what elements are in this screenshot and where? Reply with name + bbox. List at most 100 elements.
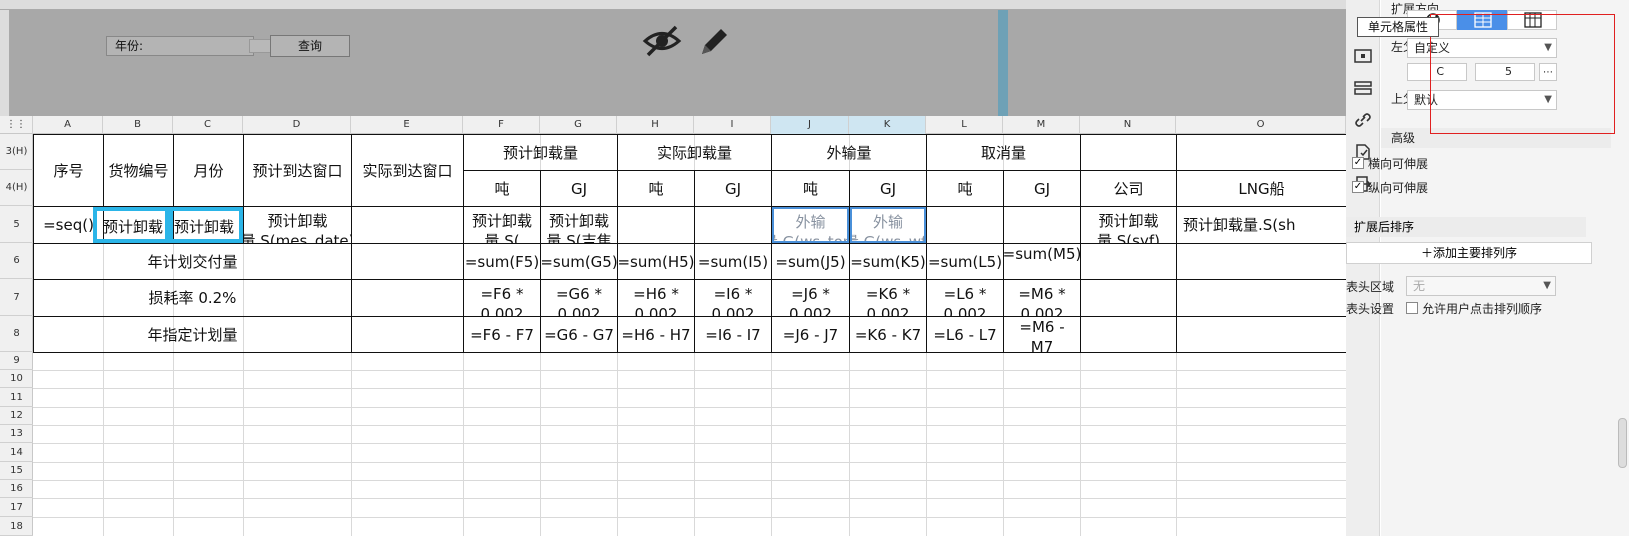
cell-f5[interactable]: 预计卸载量.S(	[464, 207, 540, 243]
cell-header-act-unload[interactable]: 实际卸载量	[618, 135, 771, 170]
cell-header-est-unload[interactable]: 预计卸载量	[464, 135, 617, 170]
cell-k8[interactable]: =K6 - K7	[850, 317, 926, 352]
row-header[interactable]: 10	[0, 370, 33, 388]
cell-h6[interactable]: =sum(H5)	[618, 244, 694, 279]
cell-k6[interactable]: =sum(K5)	[850, 244, 926, 279]
cell-d5[interactable]: 预计卸载量.S(mes_date)	[244, 207, 351, 243]
cell-row7-label[interactable]: 损耗率 0.2%	[34, 280, 351, 316]
cell-ton[interactable]: 吨	[772, 171, 849, 206]
cell-element-icon[interactable]	[1354, 48, 1372, 64]
cell-header-export[interactable]: 外输量	[772, 135, 926, 170]
cell-ton[interactable]: 吨	[618, 171, 694, 206]
cell-l8[interactable]: =L6 - L7	[927, 317, 1003, 352]
cell-c5-selected[interactable]: 预计卸载量.S(	[165, 207, 243, 243]
col-header-l[interactable]: L	[926, 116, 1003, 134]
cell-f6[interactable]: =sum(F5)	[464, 244, 540, 279]
cell-i8[interactable]: =I6 - I7	[695, 317, 771, 352]
cell-m7[interactable]: =M6 * 0.002	[1004, 280, 1080, 316]
cell-header-goods-no[interactable]: 货物编号	[104, 135, 173, 206]
row-header[interactable]: 4(H)	[0, 170, 33, 206]
col-header-c[interactable]: C	[173, 116, 243, 134]
cell-g5[interactable]: 预计卸载量.S(吉焦	[541, 207, 617, 243]
row-header[interactable]: 7	[0, 279, 33, 316]
scrollbar-thumb[interactable]	[1618, 418, 1627, 468]
row-header[interactable]: 9	[0, 352, 33, 370]
cell-header-month[interactable]: 月份	[174, 135, 243, 206]
v-expand-checkbox[interactable]: ✓	[1352, 181, 1364, 193]
cell-m6[interactable]: =sum(M5)	[1004, 244, 1080, 279]
col-header-o[interactable]: O	[1176, 116, 1346, 134]
cell-gj[interactable]: GJ	[1004, 171, 1080, 206]
cell-i6[interactable]: =sum(I5)	[695, 244, 771, 279]
col-header-f[interactable]: F	[463, 116, 540, 134]
sort-section-header[interactable]: 扩展后排序	[1346, 217, 1586, 237]
cell-g8[interactable]: =G6 - G7	[541, 317, 617, 352]
cell-gj[interactable]: GJ	[695, 171, 771, 206]
cell-g7[interactable]: =G6 * 0.002	[541, 280, 617, 316]
cell-ton[interactable]: 吨	[464, 171, 540, 206]
cell-ton[interactable]: 吨	[927, 171, 1003, 206]
cell-header-cancel[interactable]: 取消量	[927, 135, 1080, 170]
col-header-k[interactable]: K	[849, 116, 926, 134]
spreadsheet-grid[interactable]: 序号 货物编号 月份 预计到达窗口 实际到达窗口 预计卸载量 实际卸载量 外输量…	[33, 134, 1346, 536]
link-icon[interactable]	[1354, 112, 1372, 128]
panel-resize-handle[interactable]	[998, 10, 1008, 116]
cell-j6[interactable]: =sum(J5)	[772, 244, 849, 279]
header-area-select[interactable]: 无 ▼	[1406, 276, 1556, 296]
cell-row8-label[interactable]: 年指定计划量	[34, 317, 351, 352]
cell-header-company[interactable]: 公司	[1081, 171, 1176, 206]
cell-header-seq[interactable]: 序号	[34, 135, 103, 206]
row-header[interactable]: 5	[0, 206, 33, 243]
cell-header-act-window[interactable]: 实际到达窗口	[352, 135, 463, 206]
col-header-j[interactable]: J	[771, 116, 849, 134]
cell-m8[interactable]: =M6 - M7	[1004, 317, 1080, 352]
cell-row6-label[interactable]: 年计划交付量	[34, 244, 351, 279]
row-header[interactable]: 17	[0, 498, 33, 517]
cell-h7[interactable]: =H6 * 0.002	[618, 280, 694, 316]
allow-click-sort-checkbox[interactable]	[1406, 302, 1418, 314]
cell-header-lng-ship[interactable]: LNG船	[1177, 171, 1346, 206]
query-button[interactable]: 查询	[270, 35, 350, 57]
row-header[interactable]: 8	[0, 316, 33, 352]
col-header-b[interactable]: B	[103, 116, 173, 134]
cell-j5[interactable]: 外输量.G(ws_ton)	[772, 207, 849, 243]
cell-g6[interactable]: =sum(G5)	[541, 244, 617, 279]
row-header[interactable]: 14	[0, 443, 33, 462]
col-header-g[interactable]: G	[540, 116, 617, 134]
cell-header-est-window[interactable]: 预计到达窗口	[244, 135, 351, 206]
cell-b5-selected[interactable]: 预计卸载量.S(	[93, 207, 173, 243]
col-header-h[interactable]: H	[617, 116, 694, 134]
h-expand-checkbox[interactable]: ✓	[1352, 157, 1364, 169]
year-widget[interactable]: 年份: ▼	[106, 36, 325, 56]
row-header[interactable]: 12	[0, 407, 33, 425]
cell-gj[interactable]: GJ	[850, 171, 926, 206]
col-header-m[interactable]: M	[1003, 116, 1080, 134]
row-header[interactable]: 18	[0, 517, 33, 536]
col-header-d[interactable]: D	[243, 116, 351, 134]
cell-i7[interactable]: =I6 * 0.002	[695, 280, 771, 316]
col-header-i[interactable]: I	[694, 116, 771, 134]
col-header-n[interactable]: N	[1080, 116, 1176, 134]
pencil-icon[interactable]	[696, 24, 732, 60]
row-header[interactable]: 13	[0, 425, 33, 443]
cell-l6[interactable]: =sum(L5)	[927, 244, 1003, 279]
row-header[interactable]: 16	[0, 480, 33, 498]
eye-hidden-icon[interactable]	[642, 24, 682, 58]
row-header[interactable]: 15	[0, 462, 33, 480]
select-all-corner[interactable]: ⋮⋮	[0, 116, 33, 134]
col-header-e[interactable]: E	[351, 116, 463, 134]
row-header[interactable]: 3(H)	[0, 134, 33, 170]
cell-k5[interactable]: 外输量.G(ws_wf)	[850, 207, 926, 243]
col-header-a[interactable]: A	[33, 116, 103, 134]
cell-n5[interactable]: 预计卸载量.S(syf)	[1081, 207, 1176, 243]
cell-f8[interactable]: =F6 - F7	[464, 317, 540, 352]
cell-j8[interactable]: =J6 - J7	[772, 317, 849, 352]
row-header[interactable]: 6	[0, 243, 33, 279]
cell-k7[interactable]: =K6 * 0.002	[850, 280, 926, 316]
cell-j7[interactable]: =J6 * 0.002	[772, 280, 849, 316]
cell-f7[interactable]: =F6 * 0.002	[464, 280, 540, 316]
cell-l7[interactable]: =L6 * 0.002	[927, 280, 1003, 316]
cell-gj[interactable]: GJ	[541, 171, 617, 206]
cell-style-icon[interactable]	[1354, 80, 1372, 96]
row-header[interactable]: 11	[0, 388, 33, 407]
